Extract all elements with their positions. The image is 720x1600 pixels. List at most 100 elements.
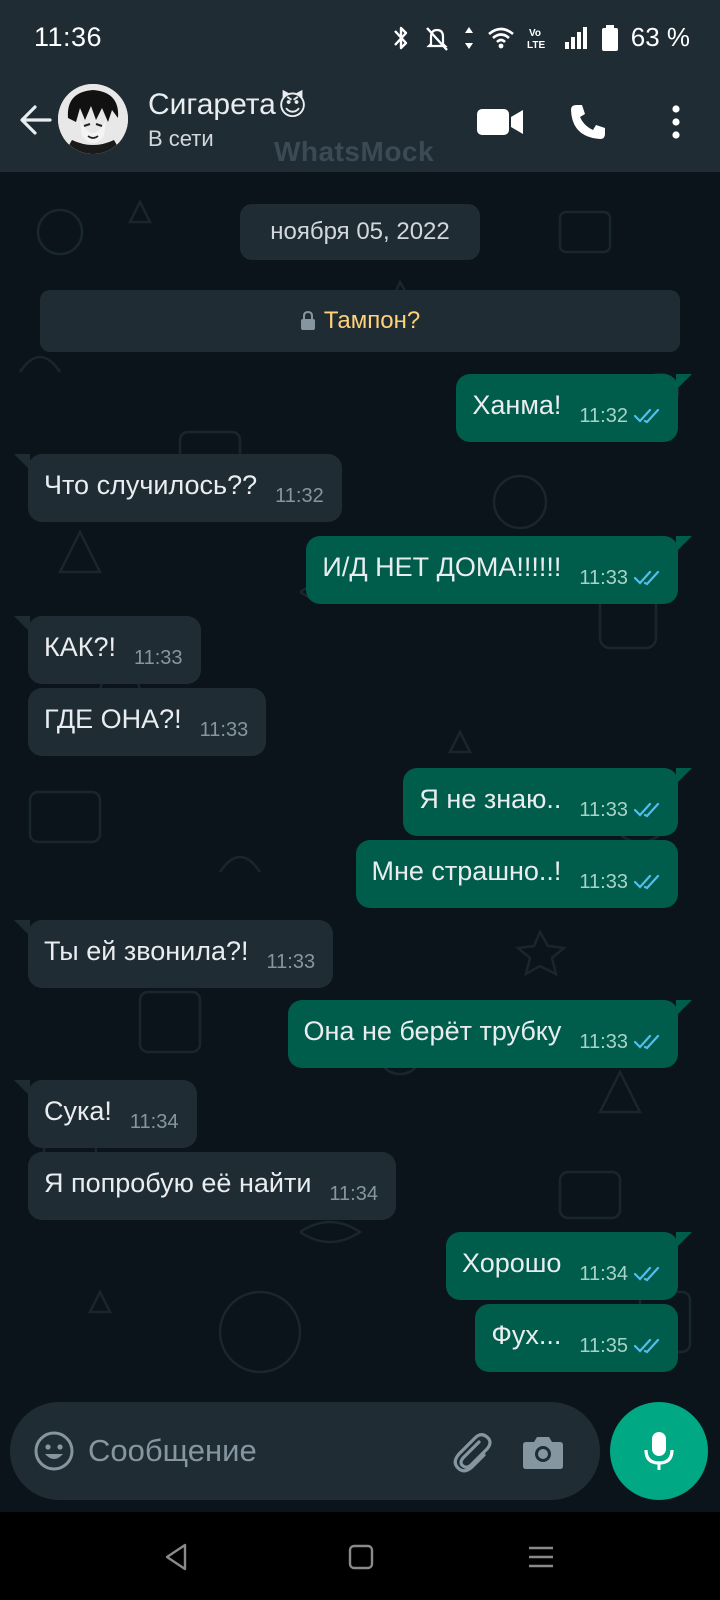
bubble-tail — [14, 1080, 30, 1096]
menu-lines-icon — [529, 1546, 553, 1568]
message-time: 11:33 — [133, 646, 183, 669]
incoming-message[interactable]: Что случилось?? 11:32 — [14, 454, 342, 522]
bubble-tail — [14, 920, 30, 936]
svg-text:Vo: Vo — [529, 28, 541, 39]
nav-recents-button[interactable] — [516, 1532, 566, 1582]
voice-call-button[interactable] — [560, 94, 616, 150]
volte-icon: Vo LTE — [527, 24, 551, 52]
triangle-back-icon — [165, 1543, 187, 1571]
message-time: 11:32 — [579, 404, 628, 427]
emoji-button[interactable] — [32, 1429, 76, 1473]
video-camera-icon — [477, 109, 523, 135]
bluetooth-icon — [391, 24, 411, 52]
system-notice-text: Тампон? — [323, 307, 421, 334]
emoji-icon — [34, 1431, 74, 1471]
wifi-icon — [487, 26, 515, 50]
lock-icon — [300, 311, 315, 330]
nav-back-button[interactable] — [152, 1532, 202, 1582]
double-check-icon — [634, 407, 664, 425]
incoming-message[interactable]: ГДЕ ОНА?! 11:33 — [28, 688, 267, 756]
svg-text:LTE: LTE — [527, 40, 545, 51]
avatar[interactable] — [58, 84, 128, 154]
battery-icon — [601, 24, 619, 52]
outgoing-message[interactable]: Я не знаю.. 11:33 — [403, 768, 692, 836]
message-text: Что случилось?? — [44, 469, 258, 500]
watermark: WhatsMock — [274, 136, 435, 167]
double-check-icon — [634, 1265, 664, 1283]
outgoing-message[interactable]: Мне страшно..! 11:33 — [355, 840, 678, 908]
outgoing-message[interactable]: Хорошо 11:34 — [445, 1232, 692, 1300]
system-nav-bar — [0, 1512, 720, 1600]
video-call-button[interactable] — [472, 94, 528, 150]
bubble-tail — [14, 454, 30, 470]
message-input[interactable] — [88, 1426, 438, 1476]
message-text: Мне страшно..! — [371, 855, 562, 886]
message-time: 11:33 — [266, 950, 316, 973]
message-text: Ты ей звонила?! — [44, 935, 249, 966]
message-text: Ханма! — [472, 389, 562, 420]
chat-area[interactable]: ноября 05, 2022 Тампон? Ханма! 11:32 Что… — [0, 172, 720, 1402]
contact-name[interactable]: Сигарета 😈 — [148, 88, 307, 122]
message-text: Она не берёт трубку — [303, 1015, 562, 1046]
nav-home-button[interactable] — [336, 1532, 386, 1582]
system-notice[interactable]: Тампон? — [40, 290, 680, 352]
date-chip: ноября 05, 2022 — [240, 204, 480, 260]
message-time: 11:33 — [579, 870, 628, 893]
incoming-message[interactable]: Сука! 11:34 — [14, 1080, 197, 1148]
more-vertical-icon — [672, 105, 680, 139]
message-time: 11:35 — [579, 1334, 628, 1357]
devil-emoji: 😈 — [277, 89, 308, 121]
double-check-icon — [634, 801, 664, 819]
incoming-message[interactable]: Я попробую её найти 11:34 — [28, 1152, 396, 1220]
message-composer — [10, 1402, 600, 1500]
microphone-icon — [644, 1432, 674, 1470]
bubble-tail — [676, 768, 692, 784]
bubble-tail — [676, 374, 692, 390]
status-icons: Vo LTE 63 % — [391, 22, 690, 53]
outgoing-message[interactable]: И/Д НЕТ ДОМА!!!!!! 11:33 — [306, 536, 692, 604]
data-arrows-icon — [463, 24, 475, 52]
message-text: Я не знаю.. — [419, 783, 562, 814]
back-button[interactable] — [14, 98, 58, 142]
outgoing-message[interactable]: Фух... 11:35 — [475, 1304, 678, 1372]
battery-percent: 63 % — [630, 22, 690, 52]
contact-name-text: Сигарета — [148, 88, 276, 121]
message-time: 11:33 — [579, 1030, 628, 1053]
message-time: 11:34 — [129, 1110, 179, 1133]
double-check-icon — [634, 873, 664, 891]
incoming-message[interactable]: Ты ей звонила?! 11:33 — [14, 920, 334, 988]
square-home-icon — [348, 1544, 374, 1570]
camera-button[interactable] — [518, 1427, 568, 1477]
paperclip-icon — [453, 1433, 492, 1473]
attach-button[interactable] — [446, 1427, 496, 1477]
message-text: Сука! — [44, 1095, 112, 1126]
message-time: 11:34 — [329, 1182, 378, 1205]
message-text: Я попробую её найти — [44, 1167, 312, 1198]
message-time: 11:32 — [275, 484, 324, 507]
chat-header: Сигарета 😈 В сети WhatsMock — [0, 80, 720, 172]
double-check-icon — [634, 1337, 664, 1355]
message-text: Хорошо — [461, 1247, 562, 1278]
message-time: 11:33 — [579, 566, 628, 589]
status-bar: 11:36 Vo LTE 63 % — [0, 0, 720, 80]
contact-status: В сети — [148, 126, 214, 151]
phone-icon — [571, 105, 605, 139]
double-check-icon — [634, 1033, 664, 1051]
outgoing-message[interactable]: Ханма! 11:32 — [456, 374, 692, 442]
message-time: 11:33 — [199, 718, 249, 741]
voice-record-button[interactable] — [610, 1402, 708, 1500]
incoming-message[interactable]: КАК?! 11:33 — [14, 616, 201, 684]
message-text: ГДЕ ОНА?! — [44, 703, 182, 734]
outgoing-message[interactable]: Она не берёт трубку 11:33 — [287, 1000, 692, 1068]
double-check-icon — [634, 569, 664, 587]
more-options-button[interactable] — [648, 94, 704, 150]
message-text: КАК?! — [44, 631, 116, 662]
message-time: 11:34 — [579, 1262, 628, 1285]
bubble-tail — [14, 616, 30, 632]
status-time: 11:36 — [34, 22, 103, 52]
signal-icon — [563, 25, 589, 51]
bubble-tail — [676, 1232, 692, 1248]
message-text: И/Д НЕТ ДОМА!!!!!! — [322, 551, 562, 582]
muted-bell-icon — [423, 24, 451, 52]
message-text: Фух... — [491, 1319, 562, 1350]
